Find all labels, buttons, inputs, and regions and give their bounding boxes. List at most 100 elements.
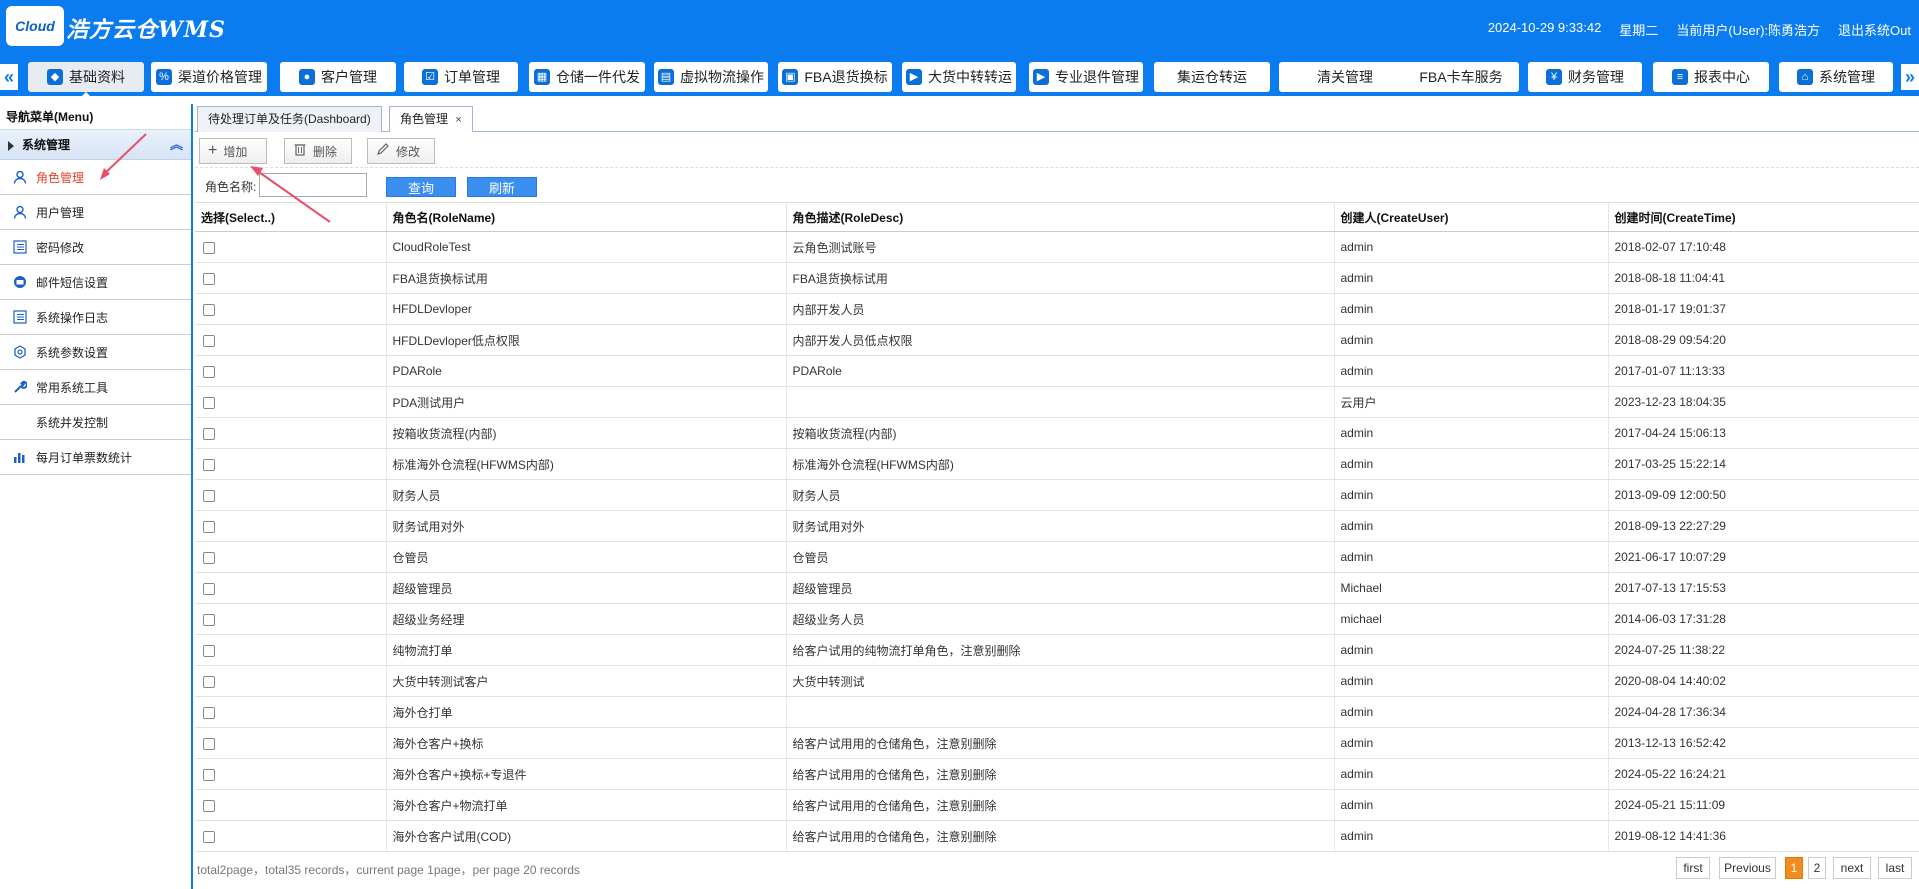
table-row[interactable]: 大货中转测试客户 大货中转测试 admin 2020-08-04 14:40:02 — [195, 665, 1919, 697]
next-page-button[interactable]: next — [1833, 857, 1871, 879]
column-header[interactable]: 创建人(CreateUser) — [1334, 202, 1609, 232]
row-checkbox[interactable] — [203, 365, 215, 378]
nav-fba-return[interactable]: ▣ FBA退货换标 — [778, 62, 892, 92]
nav-consolidation[interactable]: 集运仓转运 — [1154, 62, 1270, 92]
table-row[interactable]: FBA退货换标试用 FBA退货换标试用 admin 2018-08-18 11:04:… — [195, 262, 1919, 294]
nav-scroll-right-icon[interactable]: » — [1901, 64, 1919, 90]
table-row[interactable]: 海外仓客户+换标 给客户试用用的仓储角色，注意别删除 admin 2013-12-13… — [195, 727, 1919, 759]
first-page-button[interactable]: first — [1676, 857, 1710, 879]
role-name-cell: 超级业务经理 — [386, 603, 787, 635]
row-checkbox[interactable] — [203, 582, 215, 595]
sidebar-item-concurrency[interactable]: 系统并发控制 — [0, 405, 191, 440]
table-row[interactable]: 海外仓客户+换标+专退件 给客户试用用的仓储角色，注意别删除 admin 2024-0… — [195, 758, 1919, 790]
row-checkbox[interactable] — [203, 830, 215, 843]
page-2-button[interactable]: 2 — [1808, 857, 1826, 879]
table-row[interactable]: HFDLDevloper 内部开发人员 admin 2018-01-17 19:01:… — [195, 293, 1919, 325]
add-button[interactable]: + 增加 — [199, 138, 267, 164]
table-row[interactable]: 纯物流打单 给客户试用的纯物流打单角色，注意别删除 admin 2024-07-25 … — [195, 634, 1919, 666]
refresh-button[interactable]: 刷新 — [467, 177, 537, 197]
table-row[interactable]: 财务人员 财务人员 admin 2013-09-09 12:00:50 — [195, 479, 1919, 511]
close-icon[interactable]: × — [455, 114, 461, 126]
row-checkbox[interactable] — [203, 303, 215, 316]
row-checkbox[interactable] — [203, 675, 215, 688]
sidebar-item-monthly-stats[interactable]: 每月订单票数统计 — [0, 440, 191, 475]
table-row[interactable]: CloudRoleTest 云角色测试账号 admin 2018-02-07 17:1… — [195, 231, 1919, 263]
row-checkbox[interactable] — [203, 706, 215, 719]
nav-order[interactable]: ☑ 订单管理 — [404, 62, 518, 92]
column-header[interactable]: 角色名(RoleName) — [386, 202, 787, 232]
sidebar-item-mail-sms[interactable]: 邮件短信设置 — [0, 265, 191, 300]
table-row[interactable]: 仓管员 仓管员 admin 2021-06-17 10:07:29 — [195, 541, 1919, 573]
row-checkbox[interactable] — [203, 396, 215, 409]
add-label: 增加 — [223, 144, 248, 159]
role-name-cell: 海外仓客户+换标 — [386, 727, 787, 759]
row-checkbox[interactable] — [203, 272, 215, 285]
column-header[interactable]: 选择(Select..) — [195, 202, 387, 232]
sidebar-item-password[interactable]: 密码修改 — [0, 230, 191, 265]
sidebar-item-role-mgmt[interactable]: 角色管理 — [0, 160, 191, 195]
table-row[interactable]: 标准海外仓流程(HFWMS内部) 标准海外仓流程(HFWMS内部) admin 201… — [195, 448, 1919, 480]
table-row[interactable]: HFDLDevloper低点权限 内部开发人员低点权限 admin 2018-08-2… — [195, 324, 1919, 356]
row-checkbox[interactable] — [203, 458, 215, 471]
nav-customs[interactable]: 清关管理 — [1279, 62, 1411, 92]
nav-warehouse[interactable]: ▦ 仓储一件代发 — [529, 62, 645, 92]
table-row[interactable]: PDA测试用户 云用户 2023-12-23 18:04:35 — [195, 386, 1919, 418]
sidebar-item-op-log[interactable]: 系统操作日志 — [0, 300, 191, 335]
table-row[interactable]: 按箱收货流程(内部) 按箱收货流程(内部) admin 2017-04-24 15:0… — [195, 417, 1919, 449]
nav-finance[interactable]: ¥ 财务管理 — [1528, 62, 1642, 92]
sidebar-group-system[interactable]: 系统管理 ︽ — [0, 130, 191, 160]
sidebar-item-label: 密码修改 — [36, 240, 85, 255]
logout-link[interactable]: 退出系统Out — [1838, 20, 1911, 39]
row-checkbox[interactable] — [203, 520, 215, 533]
table-row[interactable]: 海外仓客户+物流打单 给客户试用用的仓储角色，注意别删除 admin 2024-05-… — [195, 789, 1919, 821]
tab-role-mgmt[interactable]: 角色管理 × — [389, 106, 473, 132]
select-cell — [195, 789, 387, 821]
table-row[interactable]: 海外仓打单 admin 2024-04-28 17:36:34 — [195, 696, 1919, 728]
row-checkbox[interactable] — [203, 427, 215, 440]
nav-fba-truck[interactable]: FBA卡车服务 — [1403, 62, 1519, 92]
row-checkbox[interactable] — [203, 737, 215, 750]
delete-button[interactable]: 删除 — [284, 138, 352, 164]
select-cell — [195, 448, 387, 480]
nav-label: 大货中转转运 — [928, 69, 1012, 85]
nav-return-mgmt[interactable]: ▶ 专业退件管理 — [1029, 62, 1143, 92]
sidebar-item-tools[interactable]: 常用系统工具 — [0, 370, 191, 405]
nav-system[interactable]: ⌂ 系统管理 — [1779, 62, 1893, 92]
query-button[interactable]: 查询 — [386, 177, 456, 197]
page-1-button[interactable]: 1 — [1785, 857, 1803, 879]
last-page-button[interactable]: last — [1878, 857, 1912, 879]
row-checkbox[interactable] — [203, 489, 215, 502]
table-row[interactable]: PDARole PDARole admin 2017-01-07 11:13:33 — [195, 355, 1919, 387]
list-icon — [12, 309, 28, 325]
table-row[interactable]: 超级业务经理 超级业务人员 michael 2014-06-03 17:31:28 — [195, 603, 1919, 635]
role-name-input[interactable] — [259, 173, 367, 197]
nav-virtual-logistics[interactable]: ▤ 虚拟物流操作 — [654, 62, 768, 92]
sidebar-item-params[interactable]: 系统参数设置 — [0, 335, 191, 370]
nav-customer[interactable]: ● 客户管理 — [280, 62, 396, 92]
row-checkbox[interactable] — [203, 644, 215, 657]
table-row[interactable]: 海外仓客户试用(COD) 给客户试用用的仓储角色，注意别删除 admin 2019-0… — [195, 820, 1919, 852]
sidebar-item-user-mgmt[interactable]: 用户管理 — [0, 195, 191, 230]
nav-bulk-transit[interactable]: ▶ 大货中转转运 — [902, 62, 1016, 92]
table-row[interactable]: 超级管理员 超级管理员 Michael 2017-07-13 17:15:53 — [195, 572, 1919, 604]
create-user-cell: 云用户 — [1334, 386, 1609, 418]
table-row[interactable]: 财务试用对外 财务试用对外 admin 2018-09-13 22:27:29 — [195, 510, 1919, 542]
previous-page-button[interactable]: Previous — [1719, 857, 1776, 879]
tab-dashboard[interactable]: 待处理订单及任务(Dashboard) — [197, 106, 382, 132]
row-checkbox[interactable] — [203, 551, 215, 564]
nav-reports[interactable]: ≡ 报表中心 — [1653, 62, 1769, 92]
nav-channel-price[interactable]: % 渠道价格管理 — [151, 62, 267, 92]
trash-icon — [293, 142, 307, 160]
nav-basic-data[interactable]: ◆ 基础资料 — [28, 62, 144, 98]
row-checkbox[interactable] — [203, 799, 215, 812]
row-checkbox[interactable] — [203, 768, 215, 781]
row-checkbox[interactable] — [203, 613, 215, 626]
column-header[interactable]: 角色描述(RoleDesc) — [786, 202, 1335, 232]
row-checkbox[interactable] — [203, 334, 215, 347]
column-header[interactable]: 创建时间(CreateTime) — [1608, 202, 1919, 232]
nav-scroll-left-icon[interactable]: « — [0, 64, 18, 90]
row-checkbox[interactable] — [203, 241, 215, 254]
sidebar-item-label: 常用系统工具 — [36, 380, 109, 395]
collapse-up-icon[interactable]: ︽ — [170, 130, 183, 160]
edit-button[interactable]: 修改 — [367, 138, 435, 164]
